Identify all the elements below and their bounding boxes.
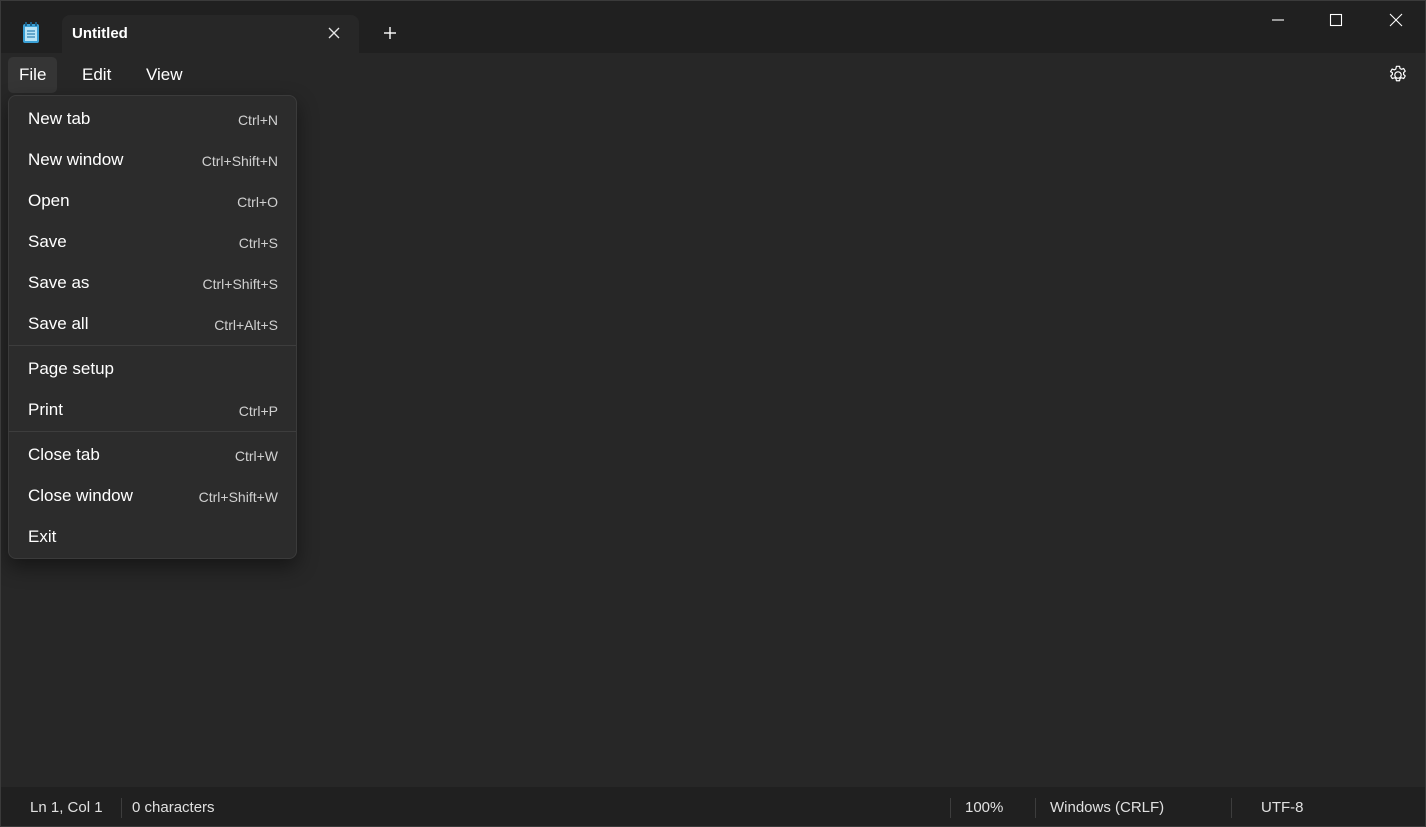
- menu-item-label: Open: [28, 191, 70, 210]
- maximize-icon[interactable]: [1307, 1, 1365, 39]
- close-icon[interactable]: [325, 24, 343, 42]
- menu-item-save[interactable]: Save Ctrl+S: [13, 223, 292, 261]
- menu-item-label: Save all: [28, 314, 89, 333]
- file-menu-dropdown: New tab Ctrl+N New window Ctrl+Shift+N O…: [8, 95, 297, 559]
- status-divider: [1035, 798, 1036, 818]
- zoom-level[interactable]: 100%: [965, 799, 1003, 816]
- gear-icon[interactable]: [1387, 64, 1409, 86]
- menu-item-shortcut: Ctrl+Shift+S: [202, 276, 278, 292]
- status-divider: [121, 798, 122, 818]
- menu-divider: [9, 345, 296, 346]
- minimize-icon[interactable]: [1249, 1, 1307, 39]
- menu-item-shortcut: Ctrl+P: [238, 403, 278, 419]
- menu-item-shortcut: Ctrl+Shift+W: [198, 489, 278, 505]
- menu-bar: File Edit View: [1, 53, 1425, 95]
- menu-item-exit[interactable]: Exit: [13, 518, 292, 556]
- menu-edit[interactable]: Edit: [71, 57, 122, 93]
- title-bar: Untitled: [1, 1, 1425, 53]
- menu-item-label: Page setup: [28, 359, 115, 378]
- status-divider: [950, 798, 951, 818]
- menu-item-page-setup[interactable]: Page setup: [13, 350, 292, 388]
- menu-view[interactable]: View: [135, 57, 194, 93]
- menu-item-label: Close window: [28, 486, 133, 505]
- notepad-icon: [22, 22, 40, 44]
- menu-item-label: Save as: [28, 273, 90, 292]
- status-bar: Ln 1, Col 1 0 characters 100% Windows (C…: [1, 787, 1425, 826]
- encoding[interactable]: UTF-8: [1261, 799, 1304, 816]
- menu-item-close-tab[interactable]: Close tab Ctrl+W: [13, 436, 292, 474]
- plus-icon[interactable]: [379, 22, 401, 44]
- menu-item-shortcut: Ctrl+N: [237, 112, 278, 128]
- notepad-window: Untitled File Edit View Ln 1, Col 1 0 ch…: [0, 0, 1426, 827]
- menu-item-new-tab[interactable]: New tab Ctrl+N: [13, 100, 292, 138]
- menu-item-label: Print: [28, 400, 63, 419]
- menu-item-shortcut: Ctrl+Alt+S: [214, 317, 278, 333]
- status-divider: [1231, 798, 1232, 818]
- menu-divider: [9, 431, 296, 432]
- menu-file[interactable]: File: [8, 57, 58, 93]
- menu-item-shortcut: Ctrl+W: [234, 448, 278, 464]
- menu-item-shortcut: Ctrl+Shift+N: [201, 153, 278, 169]
- tab-untitled[interactable]: Untitled: [62, 15, 359, 53]
- menu-item-save-all[interactable]: Save all Ctrl+Alt+S: [13, 305, 292, 343]
- menu-item-new-window[interactable]: New window Ctrl+Shift+N: [13, 141, 292, 179]
- menu-item-label: Save: [28, 232, 67, 251]
- close-icon[interactable]: [1367, 1, 1425, 39]
- menu-item-shortcut: Ctrl+O: [237, 194, 278, 210]
- menu-item-label: Close tab: [28, 445, 100, 464]
- tab-title: Untitled: [72, 25, 128, 42]
- cursor-position[interactable]: Ln 1, Col 1: [30, 799, 103, 816]
- menu-item-save-as[interactable]: Save as Ctrl+Shift+S: [13, 264, 292, 302]
- character-count: 0 characters: [132, 799, 215, 816]
- menu-item-label: Exit: [28, 527, 57, 546]
- menu-item-shortcut: Ctrl+S: [238, 235, 278, 251]
- menu-item-print[interactable]: Print Ctrl+P: [13, 391, 292, 429]
- menu-item-close-window[interactable]: Close window Ctrl+Shift+W: [13, 477, 292, 515]
- menu-item-label: New tab: [28, 109, 91, 128]
- menu-item-label: New window: [28, 150, 124, 169]
- menu-item-open[interactable]: Open Ctrl+O: [13, 182, 292, 220]
- line-ending[interactable]: Windows (CRLF): [1050, 799, 1164, 816]
